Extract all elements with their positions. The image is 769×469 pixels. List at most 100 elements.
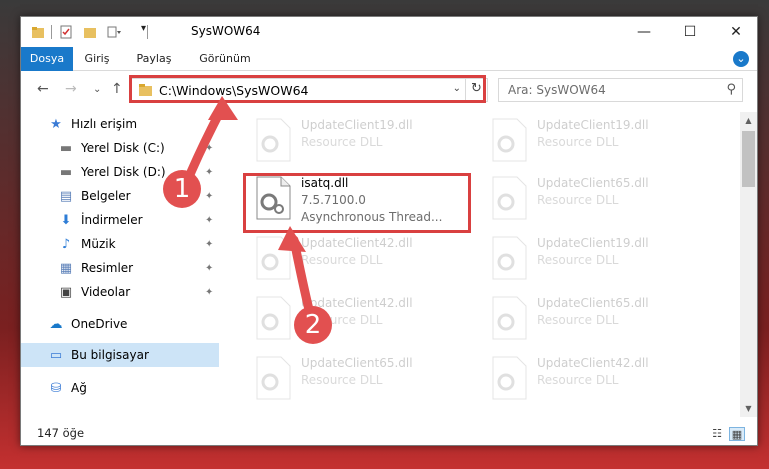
up-button[interactable]: ↑ [111,81,123,97]
dll-file-icon [256,236,291,280]
drive-icon: ▬ [59,140,73,156]
tab-gorunum[interactable]: Görünüm [189,47,261,71]
ribbon-tabs: Dosya Giriş Paylaş Görünüm ⌄ [21,47,757,71]
tab-giris[interactable]: Giriş [77,47,117,71]
file-tile[interactable]: UpdateClient19.dll Resource DLL [483,112,708,170]
dll-file-icon [492,118,527,162]
dll-file-icon [492,296,527,340]
minimize-button[interactable]: — [621,17,667,47]
dll-file-icon [256,118,291,162]
pin-icon[interactable]: ✦ [205,167,213,178]
sidebar-item-music[interactable]: ♪ Müzik ✦ [21,232,219,256]
forward-button[interactable]: → [65,81,77,97]
pin-icon[interactable]: ✦ [205,263,213,274]
file-tile[interactable]: UpdateClient42.dll Resource DLL [247,230,472,288]
pin-icon[interactable]: ✦ [205,191,213,202]
window-title: SysWOW64 [191,24,261,38]
file-name: UpdateClient19.dll [537,236,649,250]
file-description: Resource DLL [301,253,383,267]
recent-locations-button[interactable]: ⌄ [93,84,101,95]
sidebar-item-videos[interactable]: ▣ Videolar ✦ [21,280,219,304]
expand-ribbon-icon[interactable]: ⌄ [733,51,749,67]
sidebar-item-label: İndirmeler [81,213,143,227]
scrollbar-thumb[interactable] [742,131,755,187]
back-button[interactable]: ← [37,81,49,97]
star-icon: ★ [50,116,62,132]
file-description: Resource DLL [537,253,619,267]
pin-icon[interactable]: ✦ [205,215,213,226]
dll-file-icon [256,296,291,340]
file-name: UpdateClient42.dll [537,356,649,370]
documents-icon: ▤ [59,188,73,204]
file-tile[interactable]: UpdateClient65.dll Resource DLL [483,290,708,348]
search-input[interactable]: Ara: SysWOW64 ⚲ [498,78,743,102]
file-highlight [243,173,471,233]
sidebar-item-label: Yerel Disk (C:) [81,141,165,155]
file-list: UpdateClient19.dll Resource DLL UpdateCl… [219,112,739,417]
scroll-up-icon[interactable]: ▲ [740,112,757,129]
sidebar-item-pictures[interactable]: ▦ Resimler ✦ [21,256,219,280]
tab-paylas[interactable]: Paylaş [127,47,181,71]
step-badge-1: 1 [163,170,201,208]
file-tile[interactable]: UpdateClient65.dll Resource DLL [247,350,472,408]
customize-toolbar-icon[interactable] [107,25,121,39]
sidebar-item-label: Videolar [81,285,131,299]
sidebar-item-label: Müzik [81,237,116,251]
pin-icon[interactable]: ✦ [205,287,213,298]
network-icon: ⛁ [50,380,62,396]
file-tile[interactable]: UpdateClient42.dll Resource DLL [247,290,472,348]
file-description: Resource DLL [301,373,383,387]
file-description: Resource DLL [537,135,619,149]
pin-icon[interactable]: ✦ [205,239,213,250]
file-name: UpdateClient42.dll [301,236,413,250]
pictures-icon: ▦ [59,260,73,276]
sidebar-item-disk-c[interactable]: ▬ Yerel Disk (C:) ✦ [21,136,219,160]
computer-icon: ▭ [49,347,63,363]
file-description: Resource DLL [537,193,619,207]
sidebar-item-this-pc[interactable]: ▭ Bu bilgisayar [21,343,219,367]
pin-icon[interactable]: ✦ [205,143,213,154]
file-name: UpdateClient19.dll [537,118,649,132]
sidebar-item-quick-access[interactable]: ★ Hızlı erişim [21,112,219,136]
scroll-down-icon[interactable]: ▼ [740,400,757,417]
properties-icon[interactable] [59,25,73,39]
close-button[interactable]: ✕ [713,17,757,47]
file-tile[interactable]: UpdateClient65.dll Resource DLL [483,170,708,228]
item-count: 147 öğe [37,426,85,440]
file-tile[interactable]: UpdateClient19.dll Resource DLL [483,230,708,288]
sidebar-item-label: OneDrive [71,317,128,331]
file-name: UpdateClient19.dll [301,118,413,132]
quick-access-dropdown-icon[interactable]: ▾ [141,23,155,37]
file-name: UpdateClient65.dll [537,176,649,190]
dll-file-icon [492,356,527,400]
sidebar-item-downloads[interactable]: ⬇ İndirmeler ✦ [21,208,219,232]
search-icon[interactable]: ⚲ [726,82,736,97]
file-tile[interactable]: UpdateClient42.dll Resource DLL [483,350,708,408]
new-folder-icon[interactable] [83,25,97,39]
navigation-pane: ★ Hızlı erişim ▬ Yerel Disk (C:) ✦ ▬ Yer… [21,112,219,417]
tab-dosya[interactable]: Dosya [21,47,73,71]
search-placeholder: Ara: SysWOW64 [508,83,606,97]
dll-file-icon [256,356,291,400]
details-view-icon[interactable]: ☷ [709,427,725,441]
vertical-scrollbar[interactable]: ▲ ▼ [740,112,757,417]
sidebar-item-label: Resimler [81,261,134,275]
sidebar-item-label: Yerel Disk (D:) [81,165,166,179]
sidebar-item-network[interactable]: ⛁ Ağ [21,376,219,400]
sidebar-item-label: Bu bilgisayar [71,348,149,362]
step-badge-2: 2 [294,306,332,344]
maximize-button[interactable]: ☐ [667,17,713,47]
tiles-view-icon[interactable]: ▦ [729,427,745,441]
sidebar-item-label: Belgeler [81,189,131,203]
file-tile[interactable]: UpdateClient19.dll Resource DLL [247,112,472,170]
file-description: Resource DLL [537,373,619,387]
drive-icon: ▬ [59,164,73,180]
sidebar-item-onedrive[interactable]: ☁ OneDrive [21,312,219,336]
dll-file-icon [492,176,527,220]
address-highlight [129,75,486,103]
file-name: UpdateClient65.dll [537,296,649,310]
cloud-icon: ☁ [49,316,63,332]
download-icon: ⬇ [60,212,72,228]
divider [51,25,52,39]
music-icon: ♪ [61,236,71,252]
